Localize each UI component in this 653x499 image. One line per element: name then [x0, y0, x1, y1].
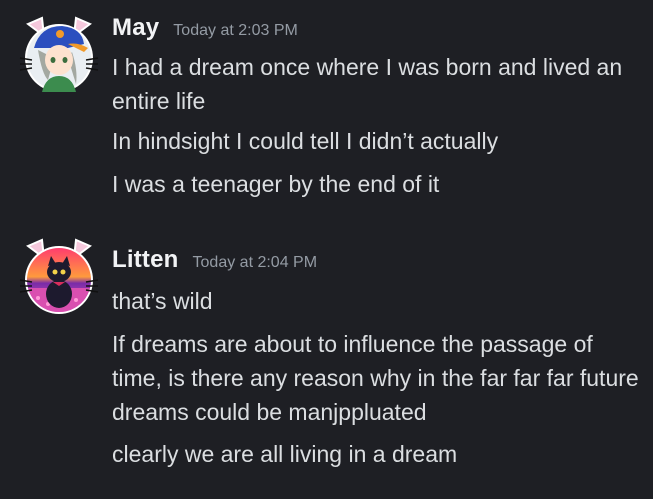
- message-line: that’s wild: [112, 288, 213, 314]
- message-header-litten: Litten Today at 2:04 PM: [112, 246, 317, 280]
- message-line: If dreams are about to influence the pas…: [112, 331, 639, 425]
- message-line: clearly we are all living in a dream: [112, 441, 458, 467]
- username-litten[interactable]: Litten: [112, 246, 179, 274]
- chat-messages: May Today at 2:03 PM I had a dream once …: [0, 0, 653, 499]
- timestamp-litten: Today at 2:04 PM: [192, 254, 318, 271]
- message-group-litten: Litten Today at 2:04 PM that’s wild If d…: [0, 0, 653, 499]
- black-cat-avatar-icon: [19, 238, 99, 314]
- avatar-litten[interactable]: [18, 236, 100, 318]
